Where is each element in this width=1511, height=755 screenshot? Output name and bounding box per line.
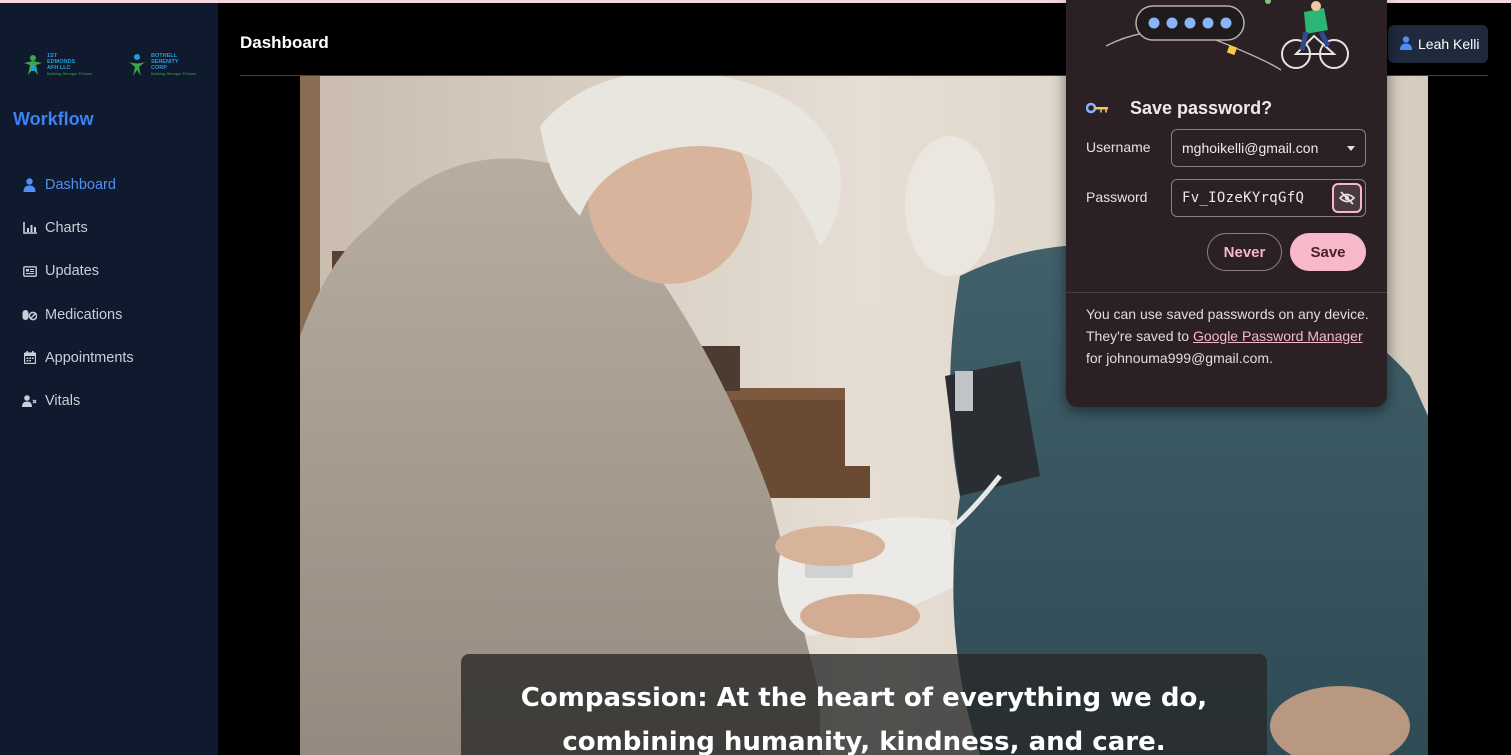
- password-illustration: [1105, 0, 1349, 71]
- save-password-popup: Save password? Username mghoikelli@gmail…: [1066, 0, 1387, 407]
- sidebar-item-charts[interactable]: Charts: [22, 206, 212, 249]
- eye-off-icon: [1339, 191, 1355, 205]
- sidebar: 1ST EDMONDS AFH LLC Building Stronger Fu…: [0, 3, 218, 755]
- sidebar-item-label: Dashboard: [45, 176, 116, 193]
- user-menu-button[interactable]: Leah Kelli: [1388, 25, 1488, 63]
- password-field[interactable]: Fv_IOzeKYrqGfQ: [1171, 179, 1366, 217]
- logo-bothell-serenity[interactable]: BOTHELL SERENITY CORP Building Stronger …: [126, 49, 211, 81]
- user-vitals-icon: [22, 394, 37, 409]
- logos: 1ST EDMONDS AFH LLC Building Stronger Fu…: [22, 49, 202, 81]
- popup-divider: [1066, 292, 1387, 293]
- sidebar-item-label: Charts: [45, 219, 88, 236]
- sidebar-item-updates[interactable]: Updates: [22, 250, 212, 293]
- password-label: Password: [1086, 189, 1148, 205]
- user-name: Leah Kelli: [1418, 36, 1480, 52]
- logo-1st-edmonds[interactable]: 1ST EDMONDS AFH LLC Building Stronger Fu…: [22, 49, 107, 81]
- popup-title: Save password?: [1130, 98, 1273, 118]
- logo-mark-icon: [129, 54, 145, 76]
- chevron-down-icon: [1347, 146, 1355, 151]
- toggle-password-visibility-button[interactable]: [1332, 183, 1362, 213]
- hero-caption: Compassion: At the heart of everything w…: [520, 683, 1208, 755]
- footer-suffix: for johnouma999@gmail.com.: [1086, 350, 1273, 366]
- sidebar-item-label: Updates: [45, 263, 100, 280]
- logo-2-tagline: Building Stronger Futures: [151, 71, 197, 76]
- popup-footer: You can use saved passwords on any devic…: [1086, 303, 1371, 369]
- password-value: Fv_IOzeKYrqGfQ: [1182, 190, 1305, 206]
- google-password-manager-link[interactable]: Google Password Manager: [1193, 328, 1363, 344]
- never-button[interactable]: Never: [1207, 233, 1282, 271]
- sidebar-item-vitals[interactable]: Vitals: [22, 379, 212, 422]
- pills-icon: [22, 307, 37, 322]
- logo-mark-icon: [24, 55, 42, 75]
- user-icon: [1400, 35, 1412, 53]
- username-select[interactable]: mghoikelli@gmail.con: [1171, 129, 1366, 167]
- username-value: mghoikelli@gmail.con: [1182, 140, 1319, 156]
- key-icon: [1086, 102, 1108, 114]
- brand-title: Workflow: [13, 109, 94, 129]
- sidebar-item-label: Vitals: [45, 393, 81, 410]
- sidebar-item-label: Appointments: [45, 349, 134, 366]
- calendar-icon: [22, 350, 37, 365]
- page-title: Dashboard: [240, 33, 329, 52]
- logo-1-tagline: Building Stronger Futures: [47, 71, 93, 76]
- hero-caption-box: Compassion: At the heart of everything w…: [461, 654, 1267, 755]
- sidebar-nav: Dashboard Charts Updates Medications App…: [22, 163, 212, 423]
- user-icon: [22, 177, 37, 192]
- sidebar-item-appointments[interactable]: Appointments: [22, 336, 212, 379]
- save-button[interactable]: Save: [1290, 233, 1366, 271]
- sidebar-item-dashboard[interactable]: Dashboard: [22, 163, 212, 206]
- newspaper-icon: [22, 264, 37, 279]
- sidebar-item-medications[interactable]: Medications: [22, 293, 212, 336]
- chart-icon: [22, 220, 37, 235]
- sidebar-item-label: Medications: [45, 306, 123, 323]
- username-label: Username: [1086, 139, 1151, 155]
